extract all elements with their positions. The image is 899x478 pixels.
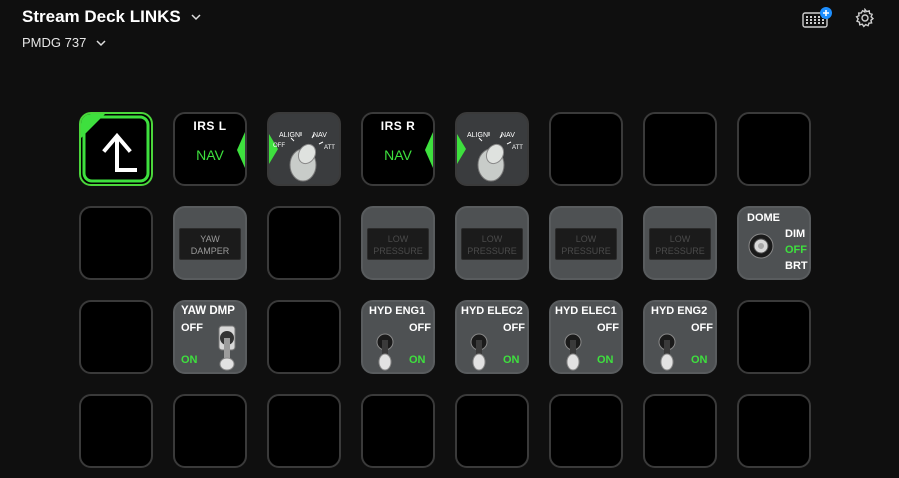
key-irs-r-display[interactable]: IRS R NAV: [361, 112, 435, 186]
dome-dim-label: DIM: [785, 228, 806, 240]
annunciator-line1: LOW: [575, 234, 597, 244]
annunciator-line2: DAMPER: [190, 246, 230, 256]
rotary-knob-icon: ALIGN NAV ATT: [457, 132, 523, 182]
toggle-switch-icon: [658, 333, 676, 371]
hyd-eng1-on-label: ON: [409, 354, 426, 366]
knob-align-label: ALIGN: [467, 132, 488, 139]
key-empty[interactable]: [267, 206, 341, 280]
key-empty[interactable]: [79, 206, 153, 280]
key-empty[interactable]: [455, 394, 529, 468]
key-empty[interactable]: [361, 394, 435, 468]
knob-nav-label: NAV: [313, 132, 327, 139]
key-empty[interactable]: [79, 300, 153, 374]
hyd-eng2-title: HYD ENG2: [651, 305, 708, 317]
key-back-folder[interactable]: [79, 112, 153, 186]
key-dome-light-switch[interactable]: DOME DIM OFF BRT: [737, 206, 811, 280]
key-empty[interactable]: [737, 300, 811, 374]
yaw-dmp-on-label: ON: [181, 354, 198, 366]
hyd-eng1-off-label: OFF: [409, 322, 431, 334]
hyd-elec1-title: HYD ELEC1: [555, 305, 617, 317]
toggle-switch-icon: [470, 333, 488, 371]
hyd-elec1-on-label: ON: [597, 354, 614, 366]
hyd-elec2-title: HYD ELEC2: [461, 305, 523, 317]
knob-att-label: ATT: [324, 145, 335, 151]
key-empty[interactable]: [79, 394, 153, 468]
key-empty[interactable]: [643, 394, 717, 468]
annunciator-line2: PRESSURE: [655, 246, 705, 256]
annunciator-line1: LOW: [387, 234, 409, 244]
rotary-knob-icon: ALIGN NAV OFF ATT: [269, 132, 335, 182]
key-hyd-eng2-switch[interactable]: HYD ENG2 OFF ON: [643, 300, 717, 374]
chevron-down-icon: [96, 39, 106, 46]
chevron-down-icon: [191, 14, 201, 21]
key-empty[interactable]: [173, 394, 247, 468]
key-empty[interactable]: [267, 300, 341, 374]
hyd-elec2-off-label: OFF: [503, 322, 525, 334]
key-empty[interactable]: [737, 112, 811, 186]
annunciator-line1: YAW: [200, 234, 220, 244]
key-hyd-elec2-switch[interactable]: HYD ELEC2 OFF ON: [455, 300, 529, 374]
irs-r-title: IRS R: [380, 119, 416, 133]
hyd-elec2-on-label: ON: [503, 354, 520, 366]
key-empty[interactable]: [267, 394, 341, 468]
yaw-dmp-off-label: OFF: [181, 322, 203, 334]
profile-selector[interactable]: PMDG 737: [22, 35, 106, 50]
key-empty[interactable]: [549, 394, 623, 468]
annunciator-line2: PRESSURE: [373, 246, 423, 256]
knob-off-label: OFF: [273, 143, 285, 149]
key-empty[interactable]: [549, 112, 623, 186]
toggle-switch-icon: [748, 233, 774, 259]
low-pressure-light: LOW PRESSURE: [461, 228, 523, 260]
low-pressure-light: LOW PRESSURE: [555, 228, 617, 260]
indicator-arrow-icon: [237, 132, 245, 168]
gear-icon[interactable]: [855, 8, 875, 28]
hyd-elec1-off-label: OFF: [597, 322, 619, 334]
hyd-eng2-on-label: ON: [691, 354, 708, 366]
profile-name: PMDG 737: [22, 35, 87, 50]
annunciator-line2: PRESSURE: [561, 246, 611, 256]
key-low-pressure-4[interactable]: LOW PRESSURE: [643, 206, 717, 280]
dome-brt-label: BRT: [785, 260, 808, 272]
back-arrow-icon: [81, 114, 150, 183]
toggle-switch-icon: [564, 333, 582, 371]
key-low-pressure-3[interactable]: LOW PRESSURE: [549, 206, 623, 280]
key-irs-r-knob[interactable]: ALIGN NAV ATT: [455, 112, 529, 186]
dome-title: DOME: [747, 212, 780, 224]
key-hyd-elec1-switch[interactable]: HYD ELEC1 OFF ON: [549, 300, 623, 374]
device-selector[interactable]: Stream Deck LINKS: [22, 7, 201, 27]
indicator-arrow-icon: [425, 132, 433, 168]
key-low-pressure-2[interactable]: LOW PRESSURE: [455, 206, 529, 280]
knob-nav-label: NAV: [501, 132, 515, 139]
key-irs-l-display[interactable]: IRS L NAV: [173, 112, 247, 186]
low-pressure-light: LOW PRESSURE: [649, 228, 711, 260]
knob-att-label: ATT: [512, 145, 523, 151]
knob-align-label: ALIGN: [279, 132, 300, 139]
low-pressure-light: LOW PRESSURE: [367, 228, 429, 260]
toggle-switch-icon: [218, 325, 236, 371]
device-name: Stream Deck LINKS: [22, 7, 181, 26]
annunciator-line1: LOW: [481, 234, 503, 244]
keypad-plus-icon[interactable]: [801, 6, 833, 30]
annunciator-line2: PRESSURE: [467, 246, 517, 256]
dome-off-label: OFF: [785, 244, 807, 256]
key-empty[interactable]: [737, 394, 811, 468]
key-irs-l-knob[interactable]: ALIGN NAV OFF ATT: [267, 112, 341, 186]
key-hyd-eng1-switch[interactable]: HYD ENG1 OFF ON: [361, 300, 435, 374]
irs-l-title: IRS L: [193, 119, 227, 133]
key-yaw-damper-annunciator[interactable]: YAW DAMPER: [173, 206, 247, 280]
yaw-damper-light: YAW DAMPER: [179, 228, 241, 260]
hyd-eng1-title: HYD ENG1: [369, 305, 426, 317]
key-low-pressure-1[interactable]: LOW PRESSURE: [361, 206, 435, 280]
key-empty[interactable]: [643, 112, 717, 186]
yaw-dmp-title: YAW DMP: [181, 305, 235, 317]
annunciator-line1: LOW: [669, 234, 691, 244]
toggle-switch-icon: [376, 333, 394, 371]
key-yaw-dmp-switch[interactable]: YAW DMP OFF ON: [173, 300, 247, 374]
hyd-eng2-off-label: OFF: [691, 322, 713, 334]
